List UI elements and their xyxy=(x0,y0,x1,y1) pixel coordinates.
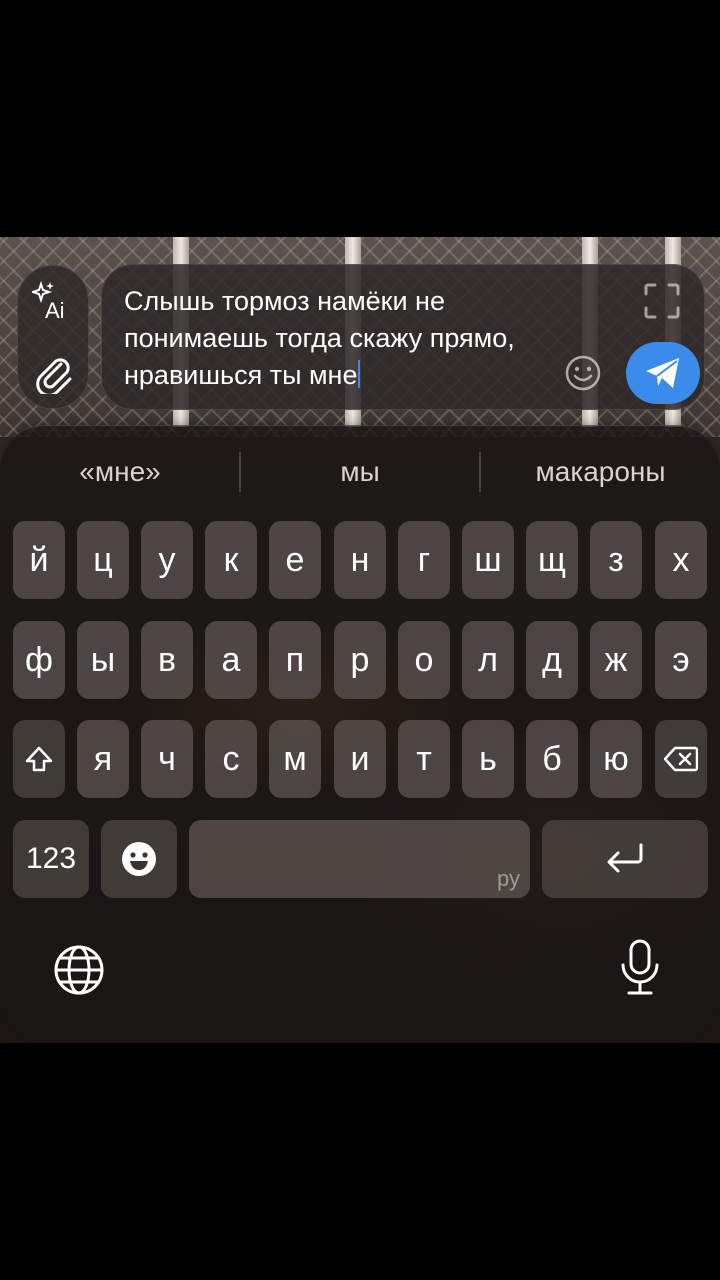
smiley-icon xyxy=(565,355,601,391)
sparkle-ai-icon: Ai xyxy=(29,280,65,323)
key-letter[interactable]: ю xyxy=(590,720,642,798)
key-letter[interactable]: я xyxy=(77,720,129,798)
key-letter[interactable]: и xyxy=(334,720,386,798)
send-button[interactable] xyxy=(626,342,700,404)
backspace-icon xyxy=(664,746,698,772)
key-letter[interactable]: с xyxy=(205,720,257,798)
emoji-key[interactable] xyxy=(101,820,177,898)
return-key[interactable] xyxy=(542,820,708,898)
ai-button[interactable]: Ai xyxy=(29,280,74,323)
key-letter[interactable]: е xyxy=(269,521,321,599)
key-letter[interactable]: щ xyxy=(526,521,578,599)
return-arrow-icon xyxy=(607,843,643,873)
key-letter[interactable]: б xyxy=(526,720,578,798)
key-letter[interactable]: у xyxy=(141,521,193,599)
key-letter[interactable]: в xyxy=(141,621,193,699)
delete-key[interactable] xyxy=(655,720,707,798)
language-switch-button[interactable] xyxy=(52,943,106,997)
dictation-button[interactable] xyxy=(614,938,666,998)
suggestion-bar: «мне» мы макароны xyxy=(0,444,720,500)
svg-text:Ai: Ai xyxy=(45,298,65,322)
globe-icon xyxy=(54,945,104,995)
key-letter[interactable]: а xyxy=(205,621,257,699)
shift-arrow-icon xyxy=(25,746,53,772)
key-letter[interactable]: з xyxy=(590,521,642,599)
key-letter[interactable]: ь xyxy=(462,720,514,798)
suggestion-item[interactable]: мы xyxy=(241,444,479,500)
attach-button[interactable] xyxy=(32,352,74,397)
key-letter[interactable]: ч xyxy=(141,720,193,798)
text-caret xyxy=(358,360,361,388)
key-letter[interactable]: ы xyxy=(77,621,129,699)
microphone-icon xyxy=(621,939,659,995)
input-tools-pill: Ai xyxy=(17,265,89,409)
keyboard-language-label: ру xyxy=(497,866,520,891)
key-letter[interactable]: г xyxy=(398,521,450,599)
key-letter[interactable]: п xyxy=(269,621,321,699)
key-letter[interactable]: м xyxy=(269,720,321,798)
key-letter[interactable]: д xyxy=(526,621,578,699)
key-letter[interactable]: т xyxy=(398,720,450,798)
key-letter[interactable]: й xyxy=(13,521,65,599)
key-letter[interactable]: ц xyxy=(77,521,129,599)
paper-plane-icon xyxy=(646,358,679,388)
key-letter[interactable]: к xyxy=(205,521,257,599)
key-letter[interactable]: р xyxy=(334,621,386,699)
key-letter[interactable]: л xyxy=(462,621,514,699)
message-text: Слышь тормоз намёки не понимаешь тогда с… xyxy=(124,286,515,390)
suggestion-item[interactable]: макароны xyxy=(481,444,720,500)
paperclip-icon xyxy=(36,358,72,397)
emoji-button[interactable] xyxy=(563,353,603,393)
key-letter[interactable]: э xyxy=(655,621,707,699)
numbers-key[interactable]: 123 xyxy=(13,820,89,898)
suggestion-item[interactable]: «мне» xyxy=(0,444,240,500)
key-letter[interactable]: х xyxy=(655,521,707,599)
key-letter[interactable]: о xyxy=(398,621,450,699)
message-input[interactable]: Слышь тормоз намёки не понимаешь тогда с… xyxy=(124,283,564,394)
message-composer[interactable]: Слышь тормоз намёки не понимаешь тогда с… xyxy=(101,264,705,410)
expand-button[interactable] xyxy=(642,281,682,321)
key-letter[interactable]: ж xyxy=(590,621,642,699)
space-key[interactable]: ру xyxy=(189,820,530,898)
key-letter[interactable]: ш xyxy=(462,521,514,599)
key-letter[interactable]: н xyxy=(334,521,386,599)
shift-key[interactable] xyxy=(13,720,65,798)
emoji-face-icon xyxy=(122,842,156,876)
key-letter[interactable]: ф xyxy=(13,621,65,699)
expand-corners-icon xyxy=(644,283,680,319)
